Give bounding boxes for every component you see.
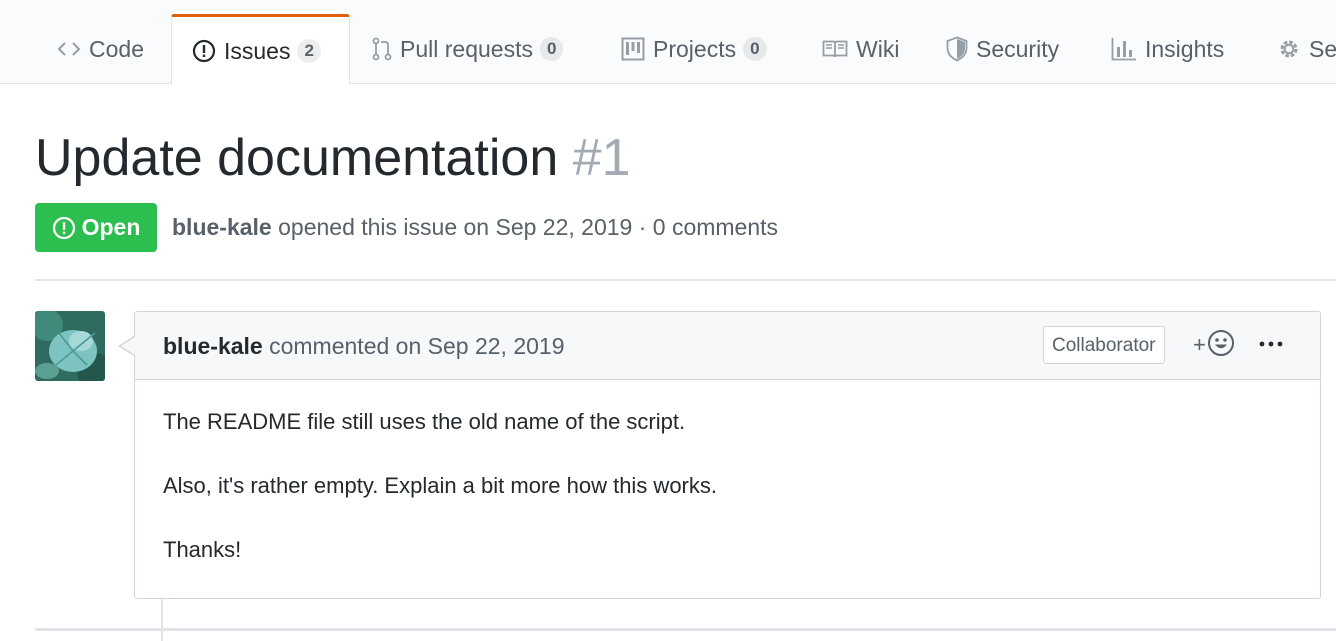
tab-label: Settings xyxy=(1309,35,1336,62)
tab-insights[interactable]: Insights xyxy=(1111,14,1224,84)
tab-label: Projects xyxy=(653,35,737,62)
issue-opened-icon xyxy=(192,39,216,63)
issue-number: #1 xyxy=(572,129,631,187)
shield-icon xyxy=(946,36,968,62)
issue-state-label: Open xyxy=(81,214,141,240)
issue-opened-icon xyxy=(52,216,76,240)
add-reaction-button[interactable]: + xyxy=(1193,328,1235,362)
issue-meta-text: opened this issue on Sep 22, 2019 · 0 co… xyxy=(278,214,779,240)
avatar[interactable] xyxy=(35,311,105,381)
comment-paragraph: Also, it's rather empty. Explain a bit m… xyxy=(163,473,717,498)
smiley-icon xyxy=(1207,329,1235,362)
tab-label: Code xyxy=(89,35,144,62)
tab-wiki[interactable]: Wiki xyxy=(822,14,899,84)
comment-meta: blue-kale commented on Sep 22, 2019 xyxy=(163,330,564,362)
tab-projects[interactable]: Projects 0 xyxy=(621,14,767,84)
issue-title: Update documentation #1 xyxy=(35,124,631,192)
issue-meta: blue-kale opened this issue on Sep 22, 2… xyxy=(172,211,778,243)
book-icon xyxy=(822,39,848,59)
tab-issues[interactable]: Issues 2 xyxy=(171,14,350,85)
comment-caret-fill xyxy=(121,337,135,355)
gear-icon xyxy=(1277,37,1301,61)
tab-label: Security xyxy=(976,35,1060,62)
comment-box: blue-kale commented on Sep 22, 2019 Coll… xyxy=(118,311,1321,599)
comment-paragraph: The README file still uses the old name … xyxy=(163,409,686,434)
comment-body: The README file still uses the old name … xyxy=(163,406,717,566)
timeline-line xyxy=(161,599,163,641)
comment-meta-text: commented on Sep 22, 2019 xyxy=(269,333,565,359)
issue-title-text: Update documentation xyxy=(35,129,559,187)
project-icon xyxy=(621,37,645,61)
repo-nav-tabs: Code Issues 2 Pull requests 0 Projects 0… xyxy=(0,0,1336,85)
plus-text: + xyxy=(1193,332,1206,357)
kebab-horizontal-icon xyxy=(1258,336,1284,354)
tab-security[interactable]: Security xyxy=(946,14,1059,84)
collaborator-badge: Collaborator xyxy=(1043,326,1165,364)
issue-author-link[interactable]: blue-kale xyxy=(172,214,272,240)
tab-label: Insights xyxy=(1145,35,1225,62)
comment-paragraph: Thanks! xyxy=(163,537,242,562)
issues-count-badge: 2 xyxy=(297,39,321,63)
header-divider xyxy=(35,279,1336,281)
tab-settings[interactable]: Settings xyxy=(1277,14,1336,84)
timeline-divider xyxy=(35,628,1336,631)
code-icon xyxy=(57,39,81,59)
graph-icon xyxy=(1111,37,1137,61)
pull-requests-count-badge: 0 xyxy=(539,37,564,61)
comment-header: blue-kale commented on Sep 22, 2019 Coll… xyxy=(135,312,1320,380)
tab-label: Wiki xyxy=(856,35,900,62)
git-pull-request-icon xyxy=(372,36,392,62)
comment-author-link[interactable]: blue-kale xyxy=(163,333,263,359)
tab-pull-requests[interactable]: Pull requests 0 xyxy=(372,14,564,84)
tab-code[interactable]: Code xyxy=(57,14,144,84)
issue-state-badge: Open xyxy=(35,203,157,252)
projects-count-badge: 0 xyxy=(743,37,767,61)
tab-label: Pull requests xyxy=(400,35,533,62)
more-options-button[interactable] xyxy=(1258,328,1284,362)
tab-label: Issues xyxy=(224,37,291,64)
